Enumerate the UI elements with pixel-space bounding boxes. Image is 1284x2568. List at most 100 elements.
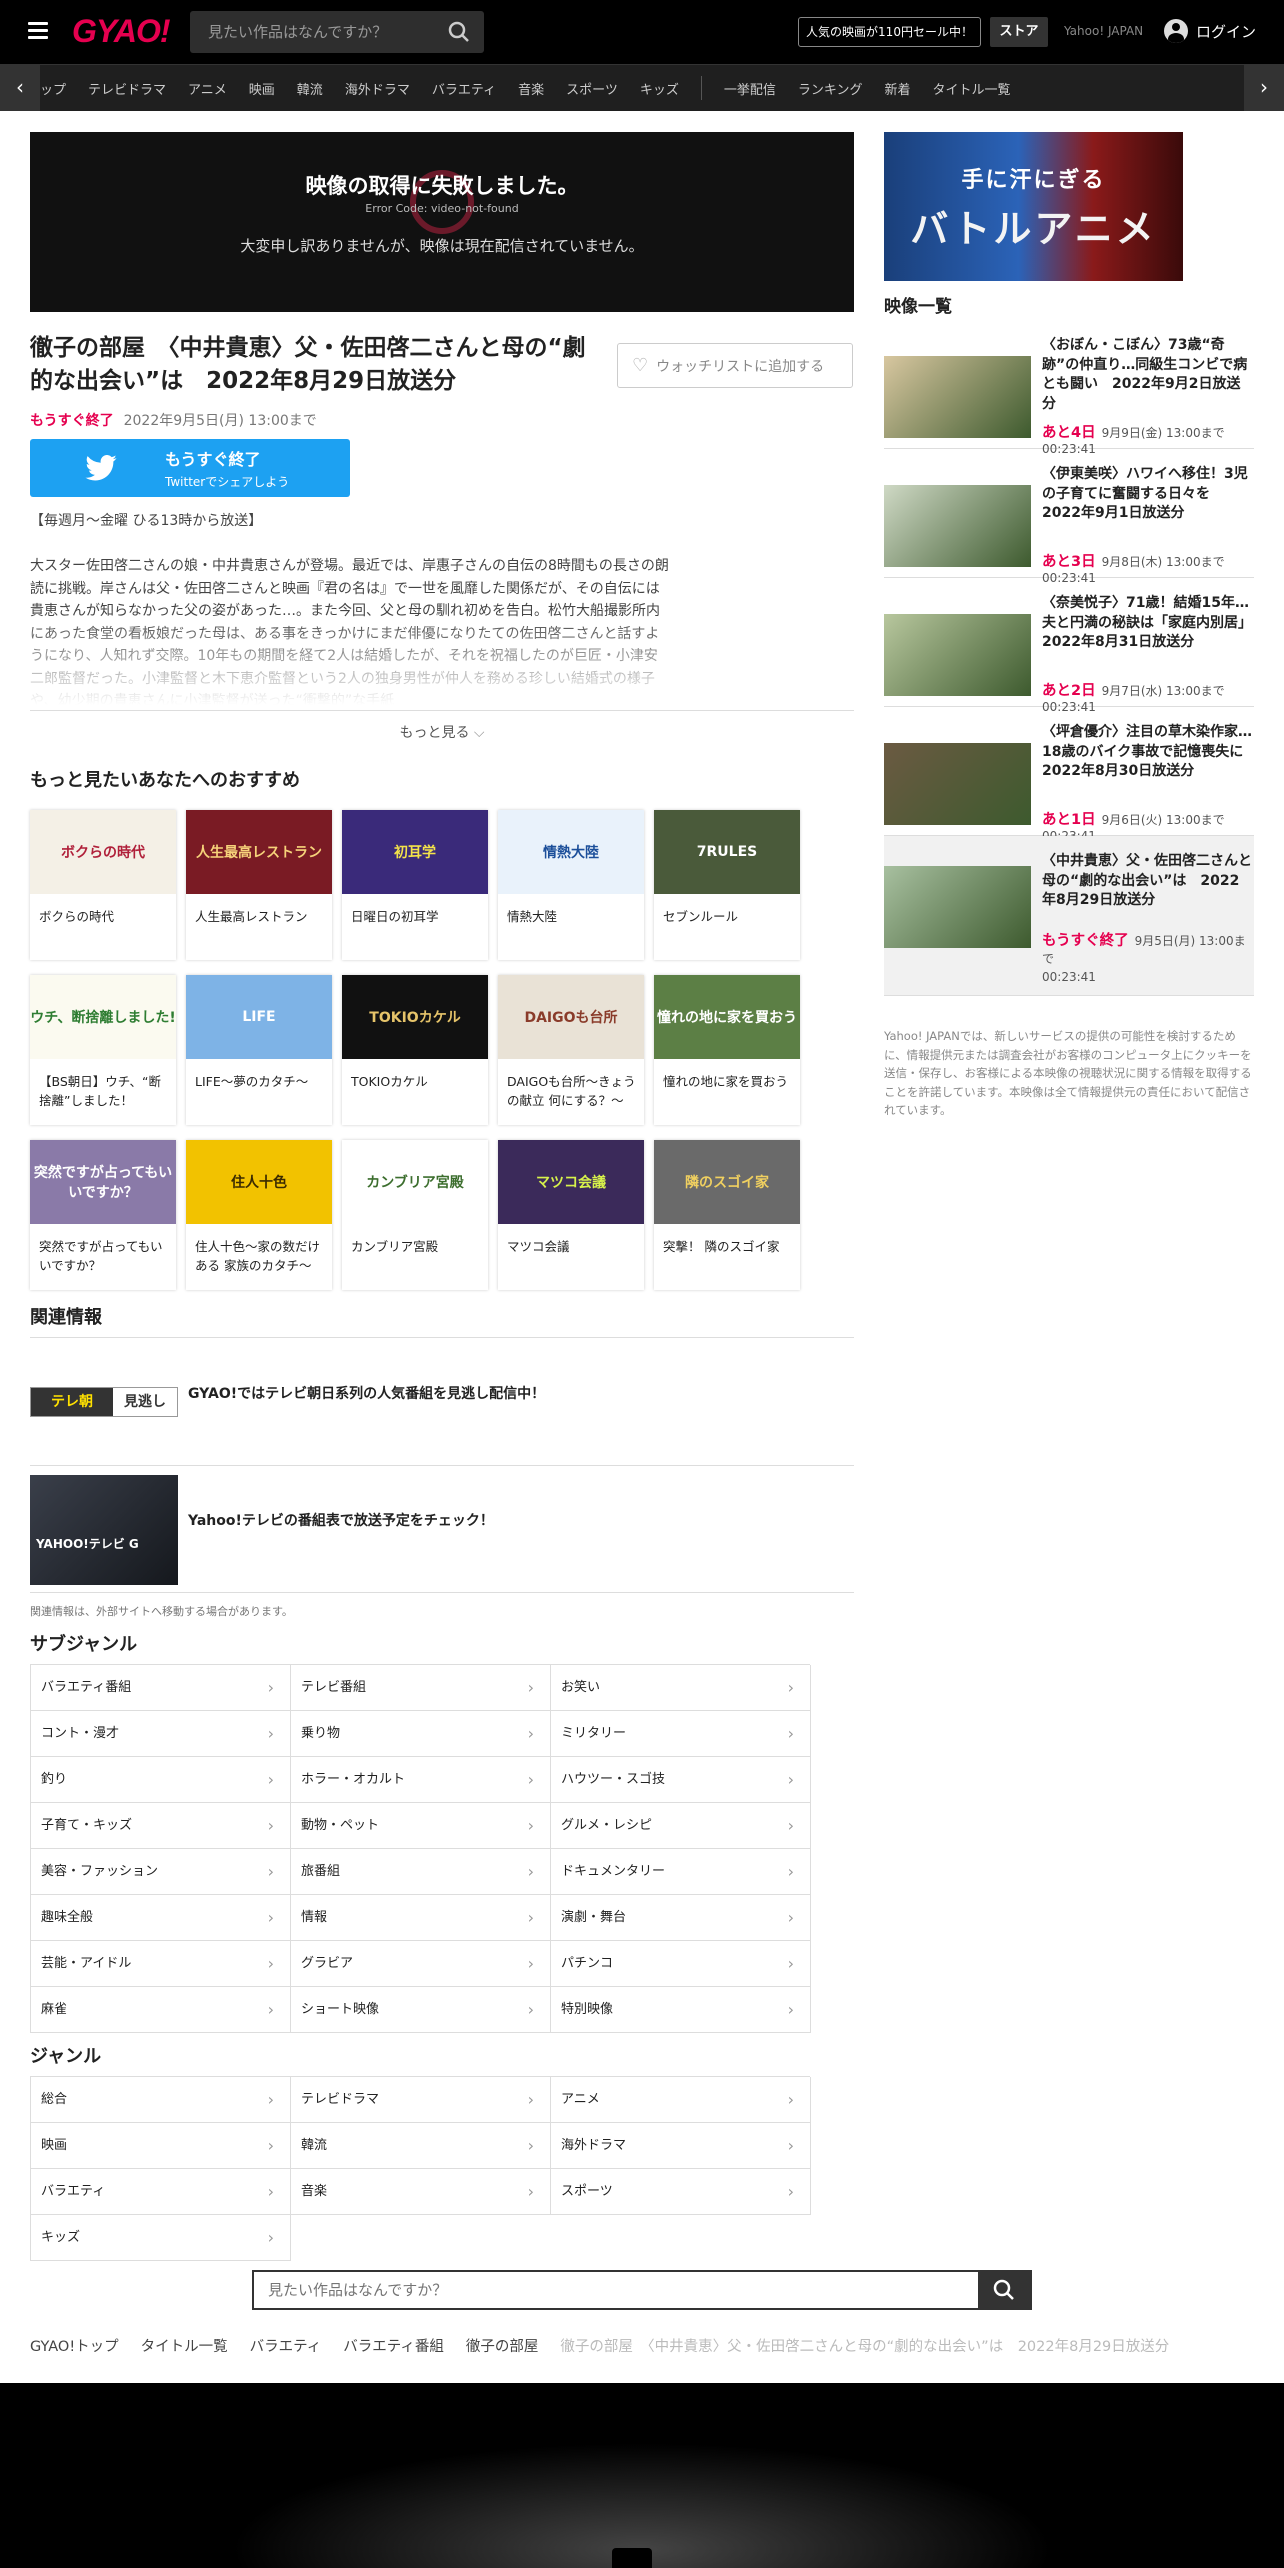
genre-item[interactable]: 韓流 › — [291, 2123, 551, 2169]
user-icon — [1164, 19, 1188, 43]
subgenre-item[interactable]: バラエティ番組 › — [31, 1665, 291, 1711]
related-item[interactable]: YAHOO!テレビ G Yahoo!テレビの番組表で放送予定をチェック！ — [30, 1475, 854, 1585]
search-icon[interactable] — [448, 21, 470, 43]
twitter-share-button[interactable]: もうすぐ終了 Twitterでシェアしよう — [30, 439, 350, 497]
search-input[interactable] — [190, 23, 430, 41]
subgenre-item[interactable]: ホラー・オカルト › — [291, 1757, 551, 1803]
recommend-card[interactable]: 情熱大陸 情熱大陸 — [498, 810, 644, 960]
related-item[interactable]: テレ朝 見逃し GYAO!ではテレビ朝日系列の人気番組を見逃し配信中！ — [30, 1370, 854, 1450]
video-player[interactable]: 映像の取得に失敗しました。 Error Code: video-not-foun… — [30, 132, 854, 312]
nav-item[interactable]: テレビドラマ — [88, 79, 166, 98]
nav-item[interactable]: 韓流 — [297, 79, 323, 98]
recommend-card[interactable]: マツコ会議 マツコ会議 — [498, 1140, 644, 1290]
menu-icon[interactable] — [28, 22, 48, 40]
subgenre-item[interactable]: 麻雀 › — [31, 1987, 291, 2033]
nav-item[interactable]: バラエティ — [432, 79, 496, 98]
nav-item[interactable]: アニメ — [188, 79, 227, 98]
subgenre-item[interactable]: お笑い › — [551, 1665, 811, 1711]
recommend-card[interactable]: 憧れの地に家を買おう 憧れの地に家を買おう — [654, 975, 800, 1125]
nav-item[interactable]: 一挙配信 — [724, 79, 776, 98]
genre-item[interactable]: バラエティ › — [31, 2169, 291, 2215]
recommend-card[interactable]: 人生最高レストラン 人生最高レストラン — [186, 810, 332, 960]
genre-item[interactable]: キッズ › — [31, 2215, 291, 2261]
chevron-right-icon: › — [527, 2090, 534, 2109]
genre-item[interactable]: 映画 › — [31, 2123, 291, 2169]
recommend-card[interactable]: TOKIOカケル TOKIOカケル — [342, 975, 488, 1125]
genre-item[interactable]: テレビドラマ › — [291, 2077, 551, 2123]
footer-tab[interactable] — [612, 2548, 652, 2568]
recommend-card[interactable]: LIFE LIFE～夢のカタチ～ — [186, 975, 332, 1125]
more-button[interactable]: もっと見る ⌵ — [30, 710, 854, 754]
yahoo-japan-link[interactable]: Yahoo! JAPAN — [1064, 24, 1143, 38]
breadcrumb-item[interactable]: バラエティ — [250, 2339, 322, 2355]
subgenre-item[interactable]: グルメ・レシピ › — [551, 1803, 811, 1849]
bottom-search-button[interactable] — [978, 2272, 1030, 2308]
subgenre-item[interactable]: 情報 › — [291, 1895, 551, 1941]
video-list-item[interactable]: 〈中井貴恵〉父・佐田啓二さんと母の“劇的な出会い”は 2022年8月29日放送分… — [884, 836, 1254, 996]
gyao-logo[interactable]: GYAO! — [72, 13, 171, 50]
login-button[interactable]: ログイン — [1164, 19, 1256, 43]
share-label2: Twitterでシェアしよう — [165, 475, 290, 489]
recommend-thumbnail: 初耳学 — [342, 810, 488, 894]
subgenre-item[interactable]: 釣り › — [31, 1757, 291, 1803]
genre-item[interactable]: 総合 › — [31, 2077, 291, 2123]
video-list-item[interactable]: 〈奈美悦子〉71歳！結婚15年…夫と円満の秘訣は「家庭内別居」 2022年8月3… — [884, 578, 1259, 714]
subgenre-item[interactable]: 乗り物 › — [291, 1711, 551, 1757]
breadcrumb-item[interactable]: GYAO!トップ — [30, 2339, 119, 2355]
nav-item[interactable]: スポーツ — [566, 79, 618, 98]
genre-item[interactable]: スポーツ › — [551, 2169, 811, 2215]
subgenre-item[interactable]: 動物・ペット › — [291, 1803, 551, 1849]
video-list-item[interactable]: 〈伊東美咲〉ハワイへ移住！3児の子育てに奮闘する日々を 2022年9月1日放送分… — [884, 449, 1254, 585]
recommend-card[interactable]: 隣のスゴイ家 突撃！ 隣のスゴイ家 — [654, 1140, 800, 1290]
recommend-card[interactable]: ウチ、断捨離しました! 【BS朝日】ウチ、“断捨離”しました！ — [30, 975, 176, 1125]
subgenre-label: 特別映像 — [561, 2002, 614, 2017]
nav-item[interactable]: ランキング — [798, 79, 863, 98]
genre-item[interactable]: 音楽 › — [291, 2169, 551, 2215]
subgenre-item[interactable]: 子育て・キッズ › — [31, 1803, 291, 1849]
recommend-thumbnail: 情熱大陸 — [498, 810, 644, 894]
recommend-card[interactable]: 初耳学 日曜日の初耳学 — [342, 810, 488, 960]
recommend-card[interactable]: 突然ですが占ってもいいですか？ 突然ですが占ってもいいですか？ — [30, 1140, 176, 1290]
nav-prev-icon[interactable]: ‹ — [0, 65, 40, 111]
recommend-card[interactable]: 住人十色 住人十色～家の数だけある 家族のカタチ～ — [186, 1140, 332, 1290]
subgenre-item[interactable]: ドキュメンタリー › — [551, 1849, 811, 1895]
bottom-search-input[interactable] — [254, 2272, 954, 2308]
breadcrumb-item[interactable]: バラエティ番組 — [343, 2339, 444, 2355]
nav-item[interactable]: 新着 — [884, 79, 910, 98]
subgenre-item[interactable]: コント・漫才 › — [31, 1711, 291, 1757]
nav-item[interactable]: 映画 — [249, 79, 275, 98]
nav-item[interactable]: キッズ — [640, 79, 679, 98]
chevron-right-icon: › — [527, 1678, 534, 1697]
breadcrumb-item[interactable]: タイトル一覧 — [141, 2339, 228, 2355]
genre-item[interactable]: アニメ › — [551, 2077, 811, 2123]
recommend-card[interactable]: DAIGOも台所 DAIGOも台所～きょうの献立 何にする？～ — [498, 975, 644, 1125]
breadcrumb-item[interactable]: 徹子の部屋 — [466, 2339, 539, 2355]
subgenre-item[interactable]: 美容・ファッション › — [31, 1849, 291, 1895]
ad-banner[interactable]: 手に汗にぎる バトルアニメ — [884, 132, 1183, 281]
video-list-item[interactable]: 〈坪倉優介〉注目の草木染作家…18歳のバイク事故で記憶喪失に 2022年8月30… — [884, 707, 1257, 843]
subgenre-item[interactable]: 演劇・舞台 › — [551, 1895, 811, 1941]
subgenre-item[interactable]: 特別映像 › — [551, 1987, 811, 2033]
subgenre-item[interactable]: グラビア › — [291, 1941, 551, 1987]
subgenre-item[interactable]: 芸能・アイドル › — [31, 1941, 291, 1987]
sale-banner[interactable]: 人気の映画が110円セール中！ — [798, 17, 981, 47]
recommend-card[interactable]: 7RULES セブンルール — [654, 810, 800, 960]
subgenre-item[interactable]: テレビ番組 › — [291, 1665, 551, 1711]
subgenre-item[interactable]: 旅番組 › — [291, 1849, 551, 1895]
genre-item[interactable]: 海外ドラマ › — [551, 2123, 811, 2169]
nav-item[interactable]: 海外ドラマ — [345, 79, 410, 98]
nav-item[interactable]: ップ — [40, 79, 66, 98]
nav-next-icon[interactable]: › — [1244, 65, 1284, 111]
recommend-card[interactable]: ボクらの時代 ボクらの時代 — [30, 810, 176, 960]
store-button[interactable]: ストア — [990, 17, 1048, 47]
recommend-card[interactable]: カンブリア宮殿 カンブリア宮殿 — [342, 1140, 488, 1290]
watchlist-button[interactable]: ♡ ウォッチリストに追加する — [617, 343, 853, 388]
subgenre-item[interactable]: ハウツー・スゴ技 › — [551, 1757, 811, 1803]
subgenre-item[interactable]: パチンコ › — [551, 1941, 811, 1987]
subgenre-item[interactable]: ミリタリー › — [551, 1711, 811, 1757]
subgenre-item[interactable]: ショート映像 › — [291, 1987, 551, 2033]
subgenre-item[interactable]: 趣味全般 › — [31, 1895, 291, 1941]
nav-item[interactable]: タイトル一覧 — [933, 79, 1011, 98]
nav-item[interactable]: 音楽 — [518, 79, 544, 98]
video-list-item[interactable]: 〈おぼん・こぼん〉73歳“奇跡”の仲直り…同級生コンビで病とも闘い 2022年9… — [884, 320, 1254, 456]
